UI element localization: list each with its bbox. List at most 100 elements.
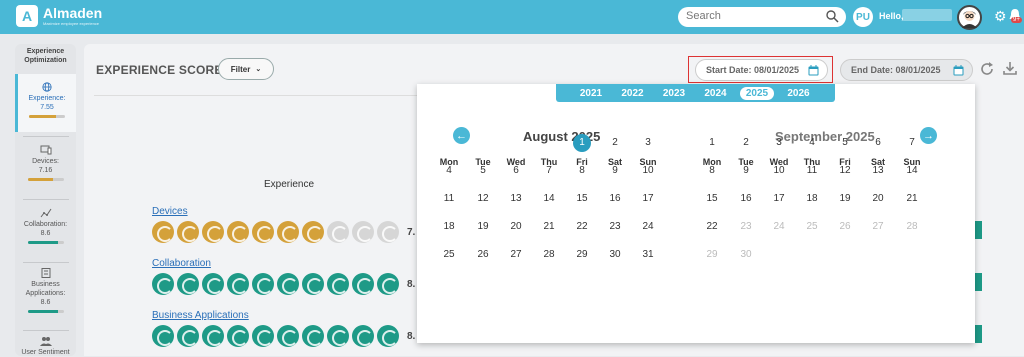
rating-globe-icon xyxy=(252,273,274,295)
calendar-day[interactable]: 2 xyxy=(603,134,627,152)
calendar-day[interactable]: 21 xyxy=(537,218,561,236)
calendar-day[interactable]: 17 xyxy=(767,190,791,208)
rating-globe-icon xyxy=(302,273,324,295)
rating-globe-icon xyxy=(177,273,199,295)
devices-score: 7. xyxy=(407,227,416,238)
calendar-day[interactable]: 11 xyxy=(800,162,824,180)
year-option[interactable]: 2026 xyxy=(782,87,816,100)
calendar-day[interactable]: 16 xyxy=(603,190,627,208)
search-icon[interactable] xyxy=(826,10,839,23)
calendar-day[interactable]: 19 xyxy=(471,218,495,236)
calendar-day[interactable]: 27 xyxy=(504,246,528,264)
calendar-day[interactable]: 6 xyxy=(866,134,890,152)
calendar-day[interactable]: 12 xyxy=(471,190,495,208)
calendar-day[interactable]: 2 xyxy=(734,134,758,152)
refresh-icon[interactable] xyxy=(980,62,994,76)
calendar-day[interactable]: 10 xyxy=(636,162,660,180)
calendar-day[interactable]: 5 xyxy=(833,134,857,152)
calendar-day[interactable]: 13 xyxy=(504,190,528,208)
calendar-day[interactable]: 23 xyxy=(603,218,627,236)
gear-icon[interactable]: ⚙ xyxy=(994,9,1007,23)
calendar-day[interactable]: 25 xyxy=(437,246,461,264)
rating-globe-icon xyxy=(352,273,374,295)
rating-globe-icon xyxy=(277,273,299,295)
download-icon[interactable] xyxy=(1003,61,1017,75)
calendar-day[interactable]: 11 xyxy=(437,190,461,208)
filter-button[interactable]: Filter ⌄ xyxy=(218,58,274,80)
calendar-day[interactable]: 4 xyxy=(437,162,461,180)
sidebar-item-user-sentiment[interactable]: User Sentiment xyxy=(15,336,76,356)
calendar-day[interactable]: 29 xyxy=(570,246,594,264)
sidebar-item-value: 8.6 xyxy=(40,299,51,306)
year-option[interactable]: 2024 xyxy=(699,87,733,100)
calendar-day[interactable]: 15 xyxy=(570,190,594,208)
year-option[interactable]: 2025 xyxy=(740,87,774,100)
year-option[interactable]: 2021 xyxy=(574,87,608,100)
calendar-day[interactable]: 7 xyxy=(900,134,924,152)
calendar-day[interactable]: 5 xyxy=(471,162,495,180)
calendar-day[interactable]: 19 xyxy=(833,190,857,208)
calendar-day[interactable]: 22 xyxy=(700,218,724,236)
calendar-day[interactable]: 1 xyxy=(700,134,724,152)
sidebar-divider xyxy=(23,330,69,331)
rating-globe-icon xyxy=(327,273,349,295)
calendar-day[interactable]: 30 xyxy=(603,246,627,264)
calendar-day[interactable]: 28 xyxy=(537,246,561,264)
calendar-day[interactable]: 3 xyxy=(767,134,791,152)
sidebar-divider xyxy=(23,262,69,263)
calendar-day[interactable]: 15 xyxy=(700,190,724,208)
year-option[interactable]: 2022 xyxy=(616,87,650,100)
calendar-day[interactable]: 4 xyxy=(800,134,824,152)
prev-month-button[interactable]: ← xyxy=(453,127,470,144)
rating-globe-icon xyxy=(302,325,324,347)
calendar-day[interactable]: 7 xyxy=(537,162,561,180)
start-date-picker[interactable]: Start Date: 08/01/2025 xyxy=(695,59,828,81)
collaboration-icon xyxy=(40,208,51,218)
calendar-day[interactable]: 22 xyxy=(570,218,594,236)
category-link-business-applications[interactable]: Business Applications xyxy=(152,310,249,321)
calendar-day[interactable]: 24 xyxy=(636,218,660,236)
calendar-day[interactable]: 16 xyxy=(734,190,758,208)
calendar-day[interactable]: 14 xyxy=(900,162,924,180)
rating-globe-icon xyxy=(227,273,249,295)
calendar-day[interactable]: 21 xyxy=(900,190,924,208)
rating-globe-icon xyxy=(177,325,199,347)
category-link-devices[interactable]: Devices xyxy=(152,206,188,217)
year-option[interactable]: 2023 xyxy=(657,87,691,100)
sidebar-item-devices[interactable]: Devices: 7.16 xyxy=(15,145,76,195)
rating-globe-icon xyxy=(227,325,249,347)
progress-fill xyxy=(27,241,59,244)
calendar-day[interactable]: 3 xyxy=(636,134,660,152)
category-link-collaboration[interactable]: Collaboration xyxy=(152,258,211,269)
calendar-day[interactable]: 17 xyxy=(636,190,660,208)
end-date-picker[interactable]: End Date: 08/01/2025 xyxy=(840,59,973,81)
rating-globe-icon xyxy=(152,273,174,295)
calendar-day[interactable]: 1 xyxy=(573,134,591,152)
user-avatar[interactable]: PU xyxy=(853,7,873,27)
app-name: Almaden xyxy=(43,4,103,21)
calendar-day[interactable]: 18 xyxy=(800,190,824,208)
calendar-day[interactable]: 13 xyxy=(866,162,890,180)
calendar-day[interactable]: 31 xyxy=(636,246,660,264)
calendar-day[interactable]: 8 xyxy=(570,162,594,180)
search-input[interactable]: Search xyxy=(678,7,846,27)
calendar-day[interactable]: 9 xyxy=(734,162,758,180)
calendar-day[interactable]: 8 xyxy=(700,162,724,180)
calendar-day[interactable]: 20 xyxy=(504,218,528,236)
calendar-day[interactable]: 26 xyxy=(471,246,495,264)
calendar-day[interactable]: 12 xyxy=(833,162,857,180)
app-logo[interactable]: A Almaden Maximize employee experience xyxy=(16,5,102,27)
calendar-day[interactable]: 18 xyxy=(437,218,461,236)
calendar-day[interactable]: 14 xyxy=(537,190,561,208)
search-placeholder: Search xyxy=(686,10,721,22)
top-navigation-bar: A Almaden Maximize employee experience S… xyxy=(0,0,1024,34)
calendar-day[interactable]: 9 xyxy=(603,162,627,180)
business-applications-rating xyxy=(152,325,399,347)
calendar-day[interactable]: 10 xyxy=(767,162,791,180)
calendar-day[interactable]: 6 xyxy=(504,162,528,180)
sidebar-item-business-applications[interactable]: Business Applications: 8.6 xyxy=(15,268,76,326)
calendar-day[interactable]: 20 xyxy=(866,190,890,208)
sidebar-item-experience[interactable]: Experience: 7.55 xyxy=(15,74,76,132)
sidebar-item-collaboration[interactable]: Collaboration: 8.6 xyxy=(15,208,76,258)
profile-picture[interactable] xyxy=(957,5,982,30)
